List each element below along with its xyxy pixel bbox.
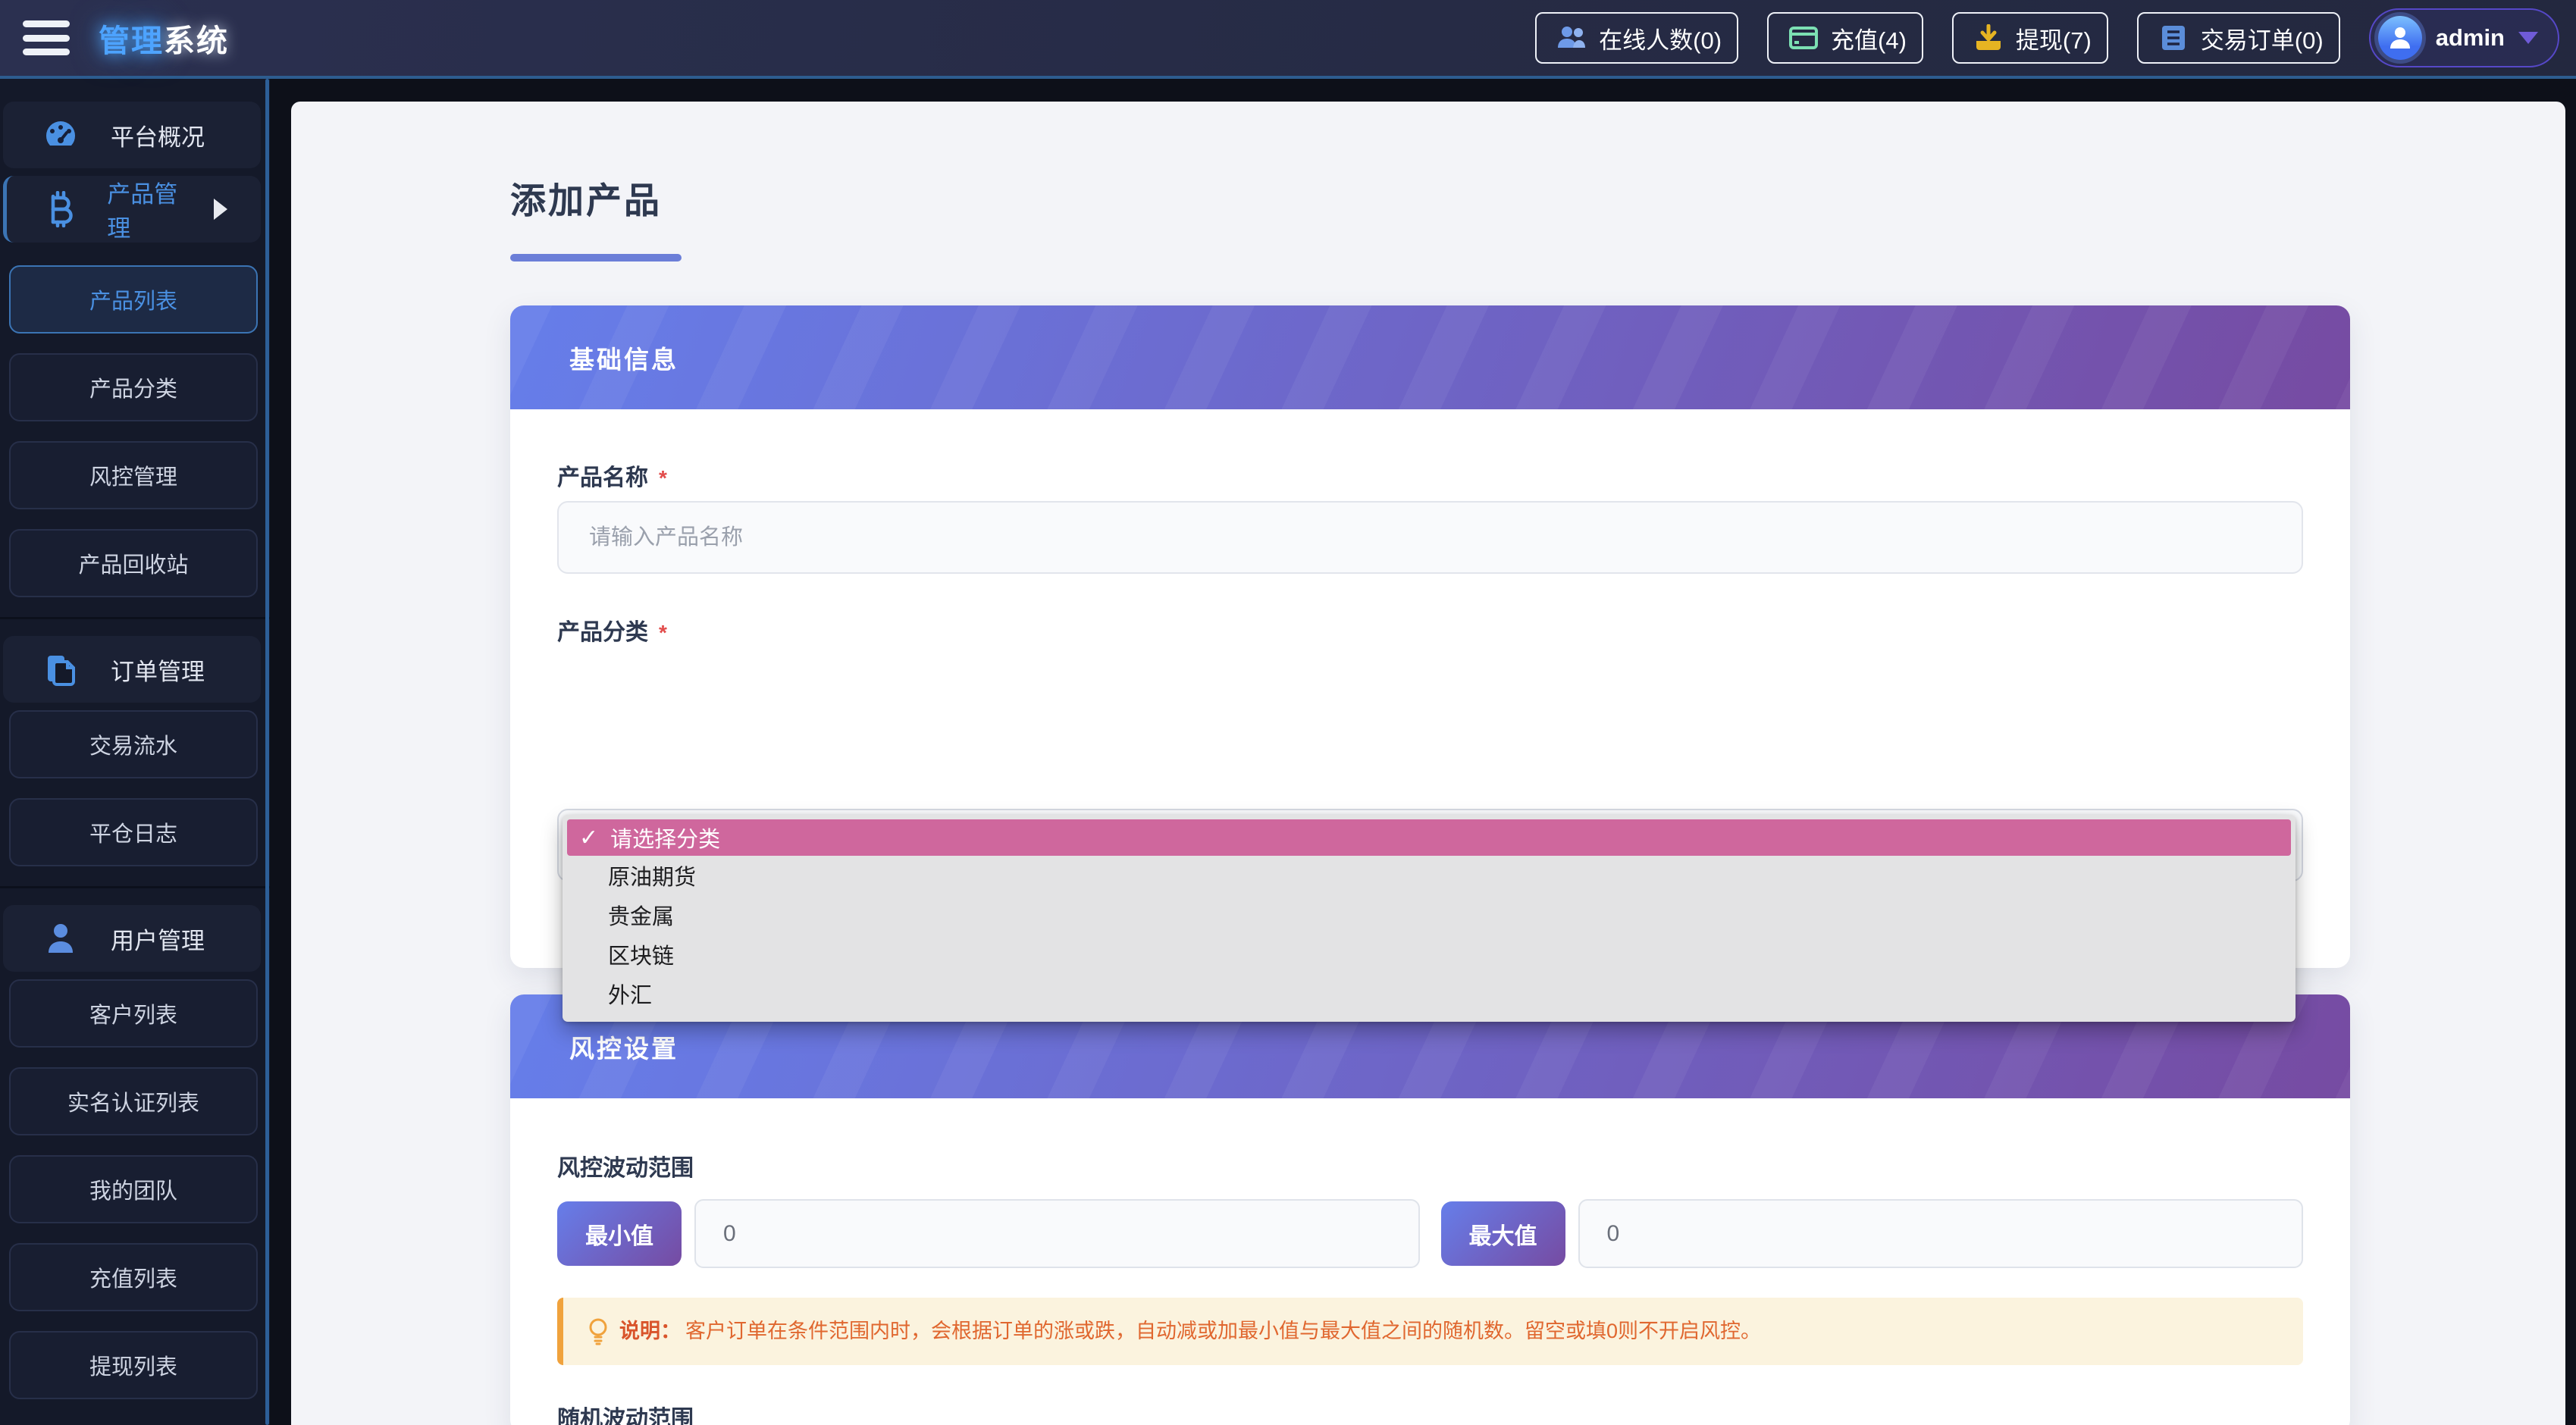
user-icon	[41, 922, 80, 954]
sidebar-divider	[0, 617, 270, 619]
app-body: 平台概况 产品管理 产品列表 产品分类 风	[0, 79, 2576, 1425]
trade-orders-label: 交易订单(0)	[2201, 21, 2324, 55]
hamburger-menu-icon[interactable]	[23, 20, 70, 55]
sidebar-item-label: 用户管理	[111, 922, 205, 956]
sidebar-subitem-label: 实名认证列表	[67, 1085, 199, 1117]
dropdown-option[interactable]: 区块链	[563, 935, 2296, 974]
page-title: 添加产品	[510, 171, 2350, 224]
chevron-right-icon	[214, 199, 227, 220]
online-users-button[interactable]: 在线人数(0)	[1535, 12, 1738, 64]
recharge-button[interactable]: 充值(4)	[1767, 12, 1923, 64]
sidebar-item-label: 产品管理	[107, 175, 183, 243]
max-value-button[interactable]: 最大值	[1441, 1201, 1565, 1266]
product-category-label: 产品分类 *	[557, 613, 2303, 647]
sidebar-subitem-label: 产品列表	[89, 283, 177, 315]
bulb-icon	[588, 1317, 609, 1346]
gauge-icon	[41, 119, 80, 151]
basic-info-card-title: 基础信息	[569, 340, 678, 376]
sidebar-subitem-label: 产品分类	[89, 371, 177, 403]
risk-range-row: 最小值 最大值	[557, 1199, 2303, 1268]
basic-info-card: 基础信息 产品名称 * 产品分类 *	[510, 305, 2350, 968]
basic-info-card-header: 基础信息	[510, 305, 2350, 409]
random-range-label: 随机波动范围	[557, 1400, 2303, 1425]
sidebar-item-recharge-list[interactable]: 充值列表	[9, 1243, 258, 1311]
withdraw-label: 提现(7)	[2016, 21, 2092, 55]
header-stats-group: 在线人数(0) 充值(4) 提现(7)	[1535, 8, 2559, 67]
withdraw-icon	[1969, 24, 2008, 52]
min-value-input[interactable]	[694, 1199, 1420, 1268]
risk-note: 说明：客户订单在条件范围内时，会根据订单的涨或跌，自动减或加最小值与最大值之间的…	[557, 1298, 2303, 1365]
risk-settings-card: 风控设置 风控波动范围 最小值 最大值	[510, 994, 2350, 1425]
dropdown-option-selected[interactable]: ✓ 请选择分类	[567, 819, 2291, 856]
required-asterisk: *	[659, 621, 667, 645]
sidebar-item-kyc-list[interactable]: 实名认证列表	[9, 1067, 258, 1135]
admin-username: admin	[2436, 24, 2505, 52]
avatar	[2378, 16, 2422, 60]
product-category-select-wrap: ✓ 请选择分类 原油期货 贵金属 区块链 外汇	[557, 809, 2303, 968]
sidebar-scrollbar[interactable]	[265, 79, 269, 1425]
sidebar-item-product-recycle[interactable]: 产品回收站	[9, 529, 258, 597]
content-panel: 添加产品 基础信息 产品名称 * 产品分类 *	[291, 102, 2565, 1425]
sidebar-subitem-label: 风控管理	[89, 459, 177, 491]
risk-note-text: 说明：客户订单在条件范围内时，会根据订单的涨或跌，自动减或加最小值与最大值之间的…	[619, 1317, 1761, 1346]
sidebar-subitem-label: 充值列表	[89, 1261, 177, 1293]
product-category-dropdown: ✓ 请选择分类 原油期货 贵金属 区块链 外汇	[563, 815, 2296, 1022]
risk-settings-card-body: 风控波动范围 最小值 最大值	[510, 1098, 2350, 1425]
sidebar-item-risk-management[interactable]: 风控管理	[9, 441, 258, 509]
sidebar-item-user-management[interactable]: 用户管理	[3, 905, 261, 972]
withdraw-button[interactable]: 提现(7)	[1952, 12, 2108, 64]
sidebar-item-platform-overview[interactable]: 平台概况	[3, 102, 261, 168]
checkmark-icon: ✓	[579, 825, 598, 851]
sidebar-item-product-category[interactable]: 产品分类	[9, 353, 258, 421]
files-icon	[41, 653, 80, 686]
bitcoin-icon	[45, 191, 77, 227]
sidebar-item-trade-flow[interactable]: 交易流水	[9, 710, 258, 778]
sidebar-item-product-management[interactable]: 产品管理	[3, 176, 261, 243]
app-logo: 管理系统	[99, 15, 229, 61]
trade-orders-button[interactable]: 交易订单(0)	[2137, 12, 2340, 64]
trade-orders-icon	[2154, 24, 2193, 52]
sidebar-item-label: 订单管理	[111, 653, 205, 687]
sidebar-item-withdraw-list[interactable]: 提现列表	[9, 1331, 258, 1399]
admin-user-menu[interactable]: admin	[2369, 8, 2559, 67]
sidebar-item-my-team[interactable]: 我的团队	[9, 1155, 258, 1223]
sidebar-item-product-list[interactable]: 产品列表	[9, 265, 258, 334]
product-name-input[interactable]	[557, 501, 2303, 574]
sidebar-subitem-label: 客户列表	[89, 998, 177, 1029]
sidebar-subitem-label: 交易流水	[89, 728, 177, 760]
sidebar-item-close-position-log[interactable]: 平仓日志	[9, 798, 258, 866]
sidebar-subitem-label: 我的团队	[89, 1173, 177, 1205]
min-value-button[interactable]: 最小值	[557, 1201, 682, 1266]
recharge-icon	[1784, 25, 1823, 51]
risk-range-label: 风控波动范围	[557, 1149, 2303, 1182]
sidebar: 平台概况 产品管理 产品列表 产品分类 风	[0, 79, 270, 1425]
sidebar-subitem-label: 提现列表	[89, 1349, 177, 1381]
sidebar-item-order-management[interactable]: 订单管理	[3, 636, 261, 703]
chevron-down-icon	[2518, 32, 2538, 44]
title-underline	[510, 254, 682, 262]
dropdown-option[interactable]: 外汇	[563, 974, 2296, 1013]
sidebar-item-customer-list[interactable]: 客户列表	[9, 979, 258, 1048]
main-area: 添加产品 基础信息 产品名称 * 产品分类 *	[270, 79, 2576, 1425]
basic-info-card-body: 产品名称 * 产品分类 * ✓ 请选择分类	[510, 409, 2350, 968]
risk-settings-card-title: 风控设置	[569, 1029, 678, 1065]
online-users-icon	[1552, 25, 1591, 51]
sidebar-item-label: 平台概况	[111, 118, 205, 152]
max-value-input[interactable]	[1578, 1199, 2304, 1268]
logo-text-secondary: 系统	[164, 23, 229, 58]
sidebar-divider	[0, 886, 270, 888]
online-users-label: 在线人数(0)	[1599, 21, 1722, 55]
product-name-label: 产品名称 *	[557, 459, 2303, 492]
dropdown-option[interactable]: 贵金属	[563, 895, 2296, 935]
sidebar-subitem-label: 平仓日志	[89, 816, 177, 848]
logo-text-primary: 管理	[99, 23, 164, 58]
sidebar-subitem-label: 产品回收站	[78, 547, 188, 579]
required-asterisk: *	[659, 466, 667, 490]
top-header-bar: 管理系统 在线人数(0) 充值(4)	[0, 0, 2576, 79]
recharge-label: 充值(4)	[1831, 21, 1907, 55]
risk-note-prefix: 说明：	[619, 1320, 681, 1342]
dropdown-option[interactable]: 原油期货	[563, 856, 2296, 895]
